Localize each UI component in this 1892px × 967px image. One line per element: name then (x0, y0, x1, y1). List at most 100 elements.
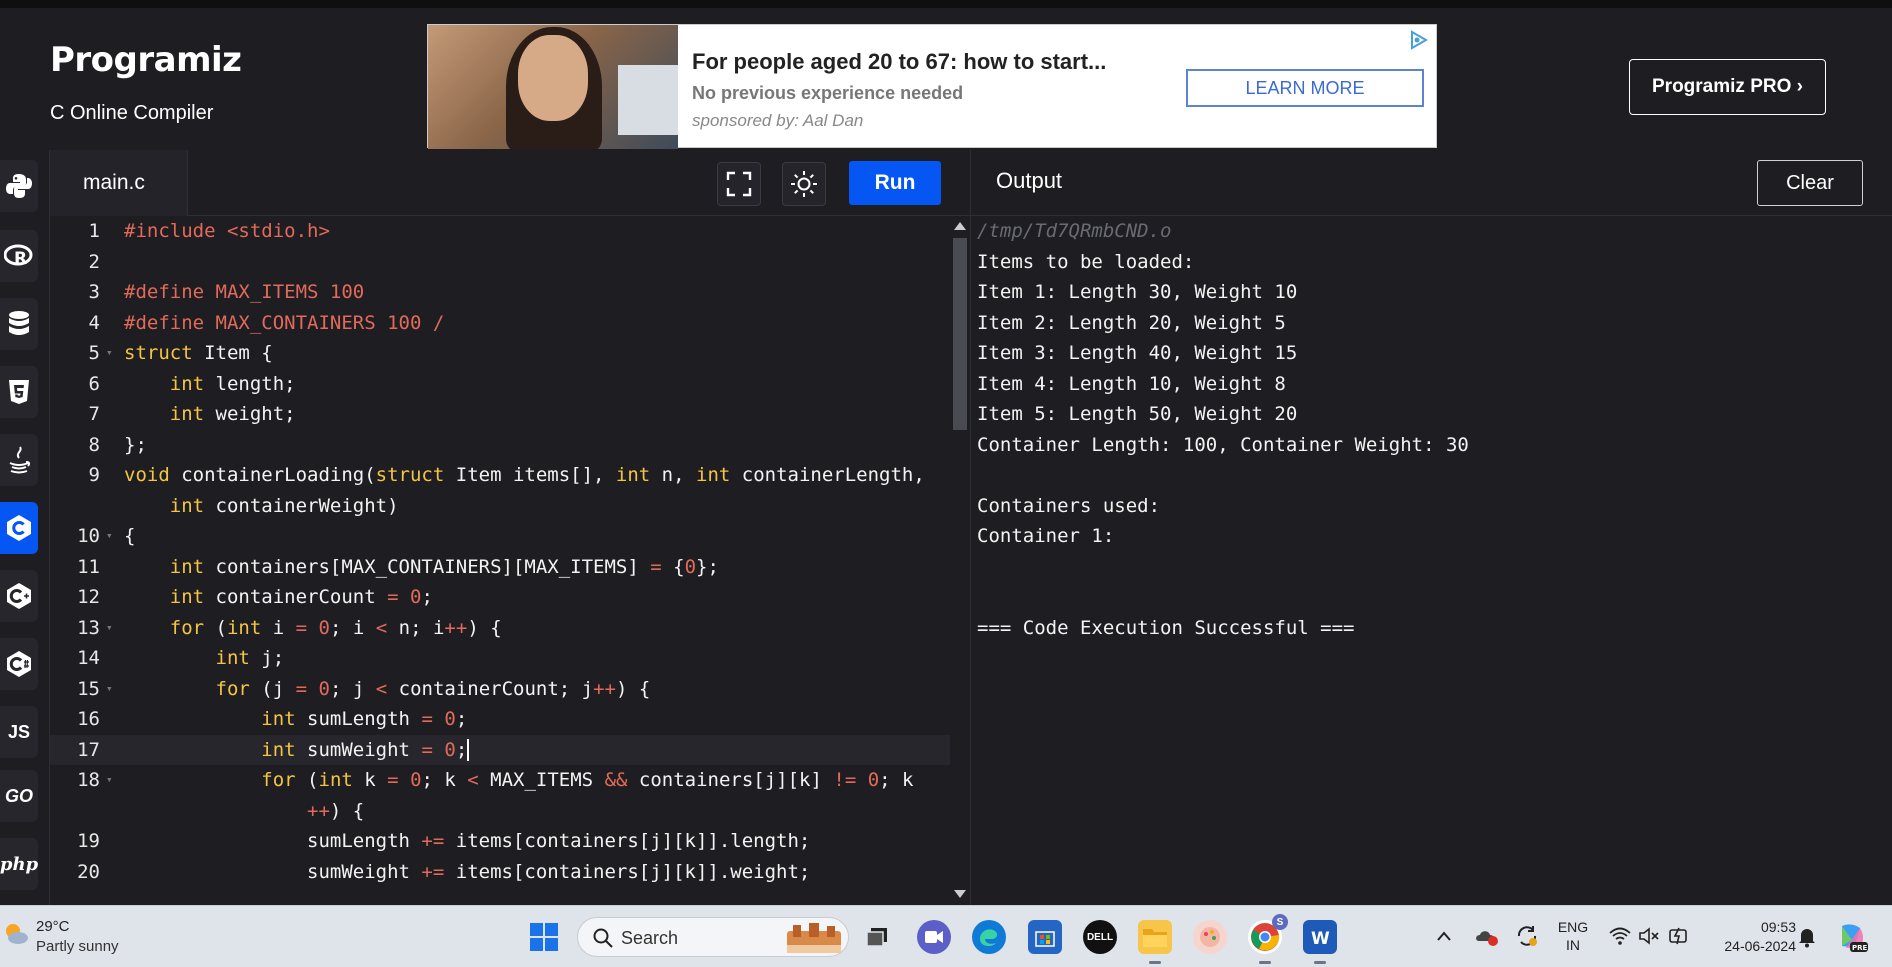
pane-divider[interactable] (970, 150, 971, 905)
search-icon (593, 928, 613, 948)
wifi-icon[interactable] (1609, 926, 1631, 946)
sync-icon[interactable] (1515, 924, 1539, 948)
code-line: 11 int containers[MAX_CONTAINERS][MAX_IT… (77, 555, 719, 578)
php-icon[interactable]: php (0, 838, 38, 890)
battery-charging-icon[interactable] (1667, 925, 1691, 947)
output-console: /tmp/Td7QRmbCND.o Items to be loaded: It… (977, 216, 1877, 905)
html5-icon[interactable] (0, 366, 38, 418)
onedrive-error-icon[interactable] (1474, 924, 1500, 948)
javascript-icon[interactable]: JS (0, 706, 38, 758)
paint-app-icon[interactable] (1193, 920, 1227, 954)
scrollbar-thumb[interactable] (953, 238, 967, 430)
output-line: Container Length: 100, Container Weight:… (977, 433, 1469, 456)
copilot-icon[interactable]: PRE (1834, 920, 1868, 954)
output-line: Containers used: (977, 494, 1161, 517)
taskbar-search-box[interactable]: Search (577, 917, 849, 957)
clock-date: 24-06-2024 (1724, 938, 1796, 954)
code-line: 6 int length; (88, 372, 296, 395)
code-line: 8}; (88, 433, 147, 456)
input-language-indicator[interactable]: ENG IN (1556, 918, 1590, 954)
dell-icon[interactable]: DELL (1083, 920, 1117, 954)
text-cursor (467, 739, 470, 761)
edge-browser-icon[interactable] (972, 920, 1006, 954)
go-icon[interactable]: GO (0, 770, 38, 822)
editor-scrollbar[interactable] (950, 216, 970, 905)
svg-text:W: W (1311, 929, 1330, 949)
search-label: Search (621, 928, 679, 948)
code-line: 20 sumWeight += items[containers[j][k]].… (77, 860, 811, 883)
output-toolbar: Output Clear (971, 150, 1892, 216)
output-line: Item 3: Length 40, Weight 15 (977, 342, 1298, 364)
advertisement-banner[interactable]: For people aged 20 to 67: how to start..… (427, 24, 1437, 149)
code-line: 9 void containerLoading(struct Item items… (88, 464, 925, 486)
code-line: 16 int sumLength = 0; (77, 708, 468, 730)
task-view-icon[interactable] (860, 920, 894, 954)
microsoft-store-icon[interactable] (1028, 920, 1062, 954)
csharp-icon[interactable] (0, 638, 38, 690)
partly-sunny-icon[interactable] (2, 919, 30, 947)
code-line: 15 ▾ for (j = 0; j < containerCount; j++)… (77, 677, 651, 700)
code-line: 13 ▾ for (int i = 0; i < n; i++) { (77, 616, 502, 639)
ad-learn-more-button[interactable]: LEARN MORE (1186, 69, 1424, 107)
code-line: 3 #define MAX_ITEMS 100 (88, 281, 365, 303)
language-sidebar: R JS GO php (0, 150, 50, 905)
svg-text:R: R (14, 249, 27, 268)
word-app-icon[interactable]: W (1303, 920, 1337, 954)
sql-icon[interactable] (0, 298, 38, 350)
adchoices-icon[interactable] (1408, 29, 1430, 51)
ad-title[interactable]: For people aged 20 to 67: how to start..… (692, 49, 1106, 75)
output-line: Item 4: Length 10, Weight 8 (977, 372, 1286, 395)
teams-meet-icon[interactable] (917, 920, 951, 954)
python-icon[interactable] (0, 160, 38, 212)
output-title: Output (996, 168, 1063, 193)
programiz-pro-button[interactable]: Programiz PRO › (1629, 59, 1826, 115)
file-explorer-icon[interactable] (1138, 920, 1172, 954)
fullscreen-button[interactable] (717, 162, 761, 206)
windows-taskbar: 29°C Partly sunny Search DELL S W ENGIN (0, 905, 1892, 967)
chevron-up-icon[interactable] (1436, 930, 1452, 942)
output-line: Container 1: (977, 525, 1115, 547)
theme-toggle-button[interactable] (782, 162, 826, 206)
chrome-browser-icon[interactable]: S (1248, 914, 1288, 954)
scroll-up-arrow-icon[interactable] (954, 222, 966, 230)
scroll-down-arrow-icon[interactable] (954, 890, 966, 898)
r-icon[interactable]: R (0, 230, 38, 282)
code-line: 4 #define MAX_CONTAINERS 100 / (88, 311, 445, 334)
weather-description[interactable]: Partly sunny (36, 938, 119, 955)
weather-temperature[interactable]: 29°C (36, 918, 70, 935)
code-line: 12 int containerCount = 0; (77, 586, 433, 608)
code-line: ++) { (307, 799, 365, 822)
output-line: Items to be loaded: (977, 250, 1195, 273)
code-editor[interactable]: 1 #include <stdio.h> 2 3 #define MAX_ITEMS… (50, 216, 950, 905)
chrome-profile-badge: S (1272, 914, 1288, 930)
output-line: Item 5: Length 50, Weight 20 (977, 403, 1298, 425)
cpp-icon[interactable] (0, 570, 38, 622)
editor-toolbar: main.c Run (50, 150, 970, 216)
code-line: 19 sumLength += items[containers[j][k]].… (77, 830, 811, 852)
output-line: Item 2: Length 20, Weight 5 (977, 311, 1286, 334)
code-line: 7 int weight; (88, 403, 296, 425)
fullscreen-icon (726, 171, 752, 197)
system-clock[interactable]: 09:53 24-06-2024 (1710, 918, 1796, 956)
code-line: 10 ▾{ (77, 525, 136, 547)
code-line-active: 17 int sumWeight = 0; (50, 734, 950, 765)
ad-sponsor: sponsored by: Aal Dan (692, 111, 864, 130)
windows-start-icon[interactable] (527, 920, 561, 954)
active-indicator (1314, 961, 1326, 964)
notification-bell-icon[interactable] (1797, 926, 1817, 948)
c-icon[interactable] (0, 502, 38, 554)
sun-icon (791, 171, 817, 197)
active-indicator (1149, 961, 1161, 964)
site-header: Programiz C Online Compiler For people a… (0, 0, 1892, 150)
ad-description: No previous experience needed (692, 83, 964, 103)
page-subtitle: C Online Compiler (50, 102, 214, 124)
programiz-logo[interactable]: Programiz (50, 40, 242, 80)
clear-button[interactable]: Clear (1757, 160, 1863, 206)
java-icon[interactable] (0, 434, 38, 486)
volume-muted-icon[interactable] (1638, 926, 1660, 946)
run-button[interactable]: Run (849, 161, 941, 205)
output-success-line: === Code Execution Successful === (977, 616, 1355, 639)
tab-main-c[interactable]: main.c (50, 150, 188, 216)
code-line: 1 #include <stdio.h> (88, 220, 330, 242)
code-line: int containerWeight) (169, 494, 399, 517)
